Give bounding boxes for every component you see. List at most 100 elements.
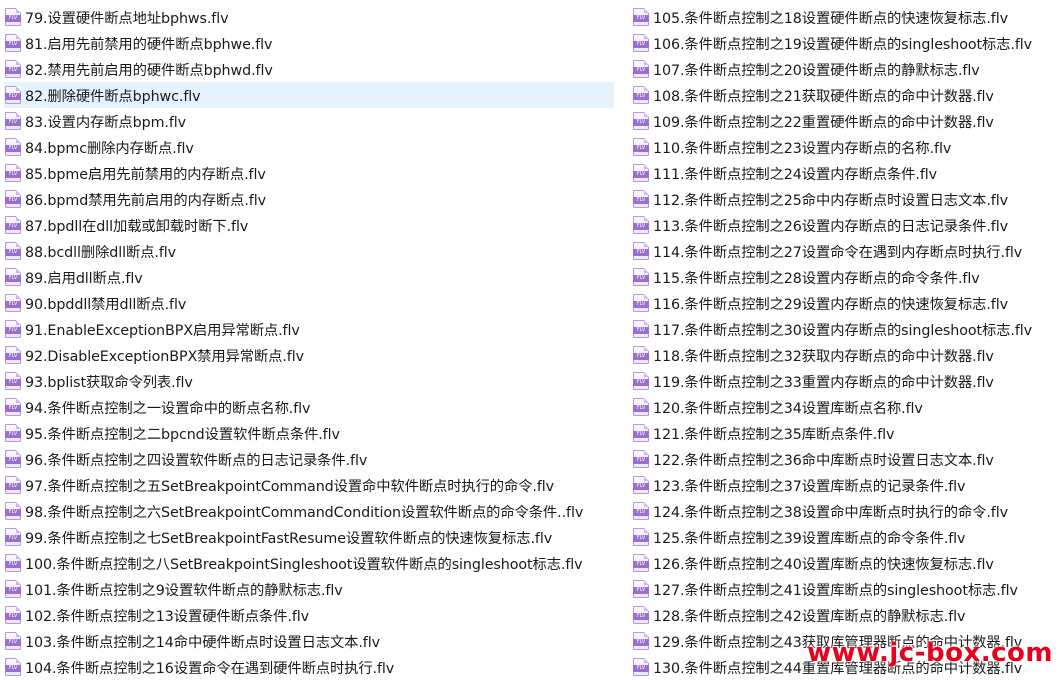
- file-list-item[interactable]: FLV 92.DisableExceptionBPX禁用异常断点.flv: [4, 342, 614, 368]
- file-name: 91.EnableExceptionBPX启用异常断点.flv: [25, 322, 300, 339]
- file-list-item[interactable]: FLV 125.条件断点控制之39设置库断点的命令条件.flv: [632, 524, 1056, 550]
- file-list-item[interactable]: FLV 119.条件断点控制之33重置内存断点的命中计数器.flv: [632, 368, 1056, 394]
- file-list-item[interactable]: FLV 118.条件断点控制之32获取内存断点的命中计数器.flv: [632, 342, 1056, 368]
- file-type-tag: FLV: [5, 15, 21, 22]
- file-list-item[interactable]: FLV 90.bpddll禁用dll断点.flv: [4, 290, 614, 316]
- file-type-tag: FLV: [5, 197, 21, 204]
- file-list-item[interactable]: FLV 94.条件断点控制之一设置命中的断点名称.flv: [4, 394, 614, 420]
- file-name: 110.条件断点控制之23设置内存断点的名称.flv: [653, 140, 952, 157]
- file-list-item[interactable]: FLV 121.条件断点控制之35库断点条件.flv: [632, 420, 1056, 446]
- file-list-item[interactable]: FLV 84.bpmc删除内存断点.flv: [4, 134, 614, 160]
- file-list-item[interactable]: FLV 95.条件断点控制之二bpcnd设置软件断点条件.flv: [4, 420, 614, 446]
- file-list-item[interactable]: FLV 127.条件断点控制之41设置库断点的singleshoot标志.flv: [632, 576, 1056, 602]
- file-list-item[interactable]: FLV 99.条件断点控制之七SetBreakpointFastResume设置软…: [4, 524, 614, 550]
- file-list-item[interactable]: FLV 88.bcdll删除dll断点.flv: [4, 238, 614, 264]
- file-type-tag: FLV: [5, 561, 21, 568]
- file-list-item[interactable]: FLV 93.bplist获取命令列表.flv: [4, 368, 614, 394]
- file-type-tag: FLV: [633, 665, 649, 672]
- file-type-tag: FLV: [5, 587, 21, 594]
- file-list-item[interactable]: FLV 97.条件断点控制之五SetBreakpointCommand设置命中软件…: [4, 472, 614, 498]
- file-list-item[interactable]: FLV 128.条件断点控制之42设置库断点的静默标志.flv: [632, 602, 1056, 628]
- file-list-item[interactable]: FLV 117.条件断点控制之30设置内存断点的singleshoot标志.flv: [632, 316, 1056, 342]
- file-list-item[interactable]: FLV 106.条件断点控制之19设置硬件断点的singleshoot标志.flv: [632, 30, 1056, 56]
- file-name: 97.条件断点控制之五SetBreakpointCommand设置命中软件断点时…: [25, 478, 555, 495]
- file-list-item[interactable]: FLV 123.条件断点控制之37设置库断点的记录条件.flv: [632, 472, 1056, 498]
- file-list-item[interactable]: FLV 122.条件断点控制之36命中库断点时设置日志文本.flv: [632, 446, 1056, 472]
- file-type-tag: FLV: [633, 93, 649, 100]
- file-type-tag: FLV: [5, 457, 21, 464]
- file-list-item[interactable]: FLV 105.条件断点控制之18设置硬件断点的快速恢复标志.flv: [632, 4, 1056, 30]
- file-type-tag: FLV: [633, 613, 649, 620]
- flv-file-icon: FLV: [633, 294, 649, 312]
- file-type-tag: FLV: [5, 483, 21, 490]
- flv-file-icon: FLV: [633, 606, 649, 624]
- file-list-item[interactable]: FLV 100.条件断点控制之八SetBreakpointSingleshoot设…: [4, 550, 614, 576]
- file-name: 127.条件断点控制之41设置库断点的singleshoot标志.flv: [653, 582, 1018, 599]
- file-name: 117.条件断点控制之30设置内存断点的singleshoot标志.flv: [653, 322, 1033, 339]
- file-list-item[interactable]: FLV 112.条件断点控制之25命中内存断点时设置日志文本.flv: [632, 186, 1056, 212]
- file-list-item[interactable]: FLV 87.bpdll在dll加载或卸载时断下.flv: [4, 212, 614, 238]
- file-name: 99.条件断点控制之七SetBreakpointFastResume设置软件断点…: [25, 530, 553, 547]
- file-name: 114.条件断点控制之27设置命令在遇到内存断点时执行.flv: [653, 244, 1023, 261]
- file-type-tag: FLV: [5, 405, 21, 412]
- file-list-item[interactable]: FLV 124.条件断点控制之38设置命中库断点时执行的命令.flv: [632, 498, 1056, 524]
- file-name: 125.条件断点控制之39设置库断点的命令条件.flv: [653, 530, 966, 547]
- file-list-left-column: FLV 79.设置硬件断点地址bphws.flv FLV 81.启用先前禁用的硬件断点…: [4, 4, 614, 680]
- file-list-item[interactable]: FLV 81.启用先前禁用的硬件断点bphwe.flv: [4, 30, 614, 56]
- file-list-item[interactable]: FLV 115.条件断点控制之28设置内存断点的命令条件.flv: [632, 264, 1056, 290]
- file-list-item[interactable]: FLV 113.条件断点控制之26设置内存断点的日志记录条件.flv: [632, 212, 1056, 238]
- file-name: 121.条件断点控制之35库断点条件.flv: [653, 426, 895, 443]
- file-list-item[interactable]: FLV 126.条件断点控制之40设置库断点的快速恢复标志.flv: [632, 550, 1056, 576]
- file-type-tag: FLV: [633, 509, 649, 516]
- file-name: 86.bpmd禁用先前启用的内存断点.flv: [25, 192, 266, 209]
- file-list-item[interactable]: FLV 116.条件断点控制之29设置内存断点的快速恢复标志.flv: [632, 290, 1056, 316]
- file-list-item[interactable]: FLV 108.条件断点控制之21获取硬件断点的命中计数器.flv: [632, 82, 1056, 108]
- flv-file-icon: FLV: [5, 580, 21, 598]
- file-list-item[interactable]: FLV 103.条件断点控制之14命中硬件断点时设置日志文本.flv: [4, 628, 614, 654]
- flv-file-icon: FLV: [633, 60, 649, 78]
- flv-file-icon: FLV: [633, 86, 649, 104]
- file-type-tag: FLV: [633, 275, 649, 282]
- flv-file-icon: FLV: [5, 164, 21, 182]
- file-list-item[interactable]: FLV 83.设置内存断点bpm.flv: [4, 108, 614, 134]
- file-name: 118.条件断点控制之32获取内存断点的命中计数器.flv: [653, 348, 994, 365]
- file-list-item[interactable]: FLV 111.条件断点控制之24设置内存断点条件.flv: [632, 160, 1056, 186]
- flv-file-icon: FLV: [5, 320, 21, 338]
- file-list-item[interactable]: FLV 101.条件断点控制之9设置软件断点的静默标志.flv: [4, 576, 614, 602]
- file-list-item[interactable]: FLV 96.条件断点控制之四设置软件断点的日志记录条件.flv: [4, 446, 614, 472]
- file-list-item[interactable]: FLV 98.条件断点控制之六SetBreakpointCommandCondit…: [4, 498, 614, 524]
- file-name: 94.条件断点控制之一设置命中的断点名称.flv: [25, 400, 311, 417]
- file-list-item[interactable]: FLV 86.bpmd禁用先前启用的内存断点.flv: [4, 186, 614, 212]
- site-watermark: www.jc-box.com: [807, 638, 1053, 668]
- flv-file-icon: FLV: [633, 632, 649, 650]
- file-list-item[interactable]: FLV 91.EnableExceptionBPX启用异常断点.flv: [4, 316, 614, 342]
- file-list-item[interactable]: FLV 110.条件断点控制之23设置内存断点的名称.flv: [632, 134, 1056, 160]
- file-type-tag: FLV: [633, 145, 649, 152]
- file-list-item[interactable]: FLV 120.条件断点控制之34设置库断点名称.flv: [632, 394, 1056, 420]
- file-name: 103.条件断点控制之14命中硬件断点时设置日志文本.flv: [25, 634, 380, 651]
- flv-file-icon: FLV: [5, 34, 21, 52]
- file-type-tag: FLV: [5, 665, 21, 672]
- file-list-item[interactable]: FLV 79.设置硬件断点地址bphws.flv: [4, 4, 614, 30]
- file-list-item[interactable]: FLV 104.条件断点控制之16设置命令在遇到硬件断点时执行.flv: [4, 654, 614, 680]
- file-name: 109.条件断点控制之22重置硬件断点的命中计数器.flv: [653, 114, 994, 131]
- flv-file-icon: FLV: [5, 502, 21, 520]
- file-list-item[interactable]: FLV 107.条件断点控制之20设置硬件断点的静默标志.flv: [632, 56, 1056, 82]
- flv-file-icon: FLV: [5, 632, 21, 650]
- file-list-item[interactable]: FLV 89.启用dll断点.flv: [4, 264, 614, 290]
- file-name: 81.启用先前禁用的硬件断点bphwe.flv: [25, 36, 273, 53]
- file-list-item[interactable]: FLV 82.禁用先前启用的硬件断点bphwd.flv: [4, 56, 614, 82]
- file-list-item[interactable]: FLV 114.条件断点控制之27设置命令在遇到内存断点时执行.flv: [632, 238, 1056, 264]
- file-list-item[interactable]: FLV 102.条件断点控制之13设置硬件断点条件.flv: [4, 602, 614, 628]
- file-name: 120.条件断点控制之34设置库断点名称.flv: [653, 400, 923, 417]
- file-list-item[interactable]: FLV 85.bpme启用先前禁用的内存断点.flv: [4, 160, 614, 186]
- flv-file-icon: FLV: [5, 528, 21, 546]
- file-list-item[interactable]: FLV 82.删除硬件断点bphwc.flv: [4, 82, 614, 108]
- file-type-tag: FLV: [5, 353, 21, 360]
- flv-file-icon: FLV: [633, 398, 649, 416]
- file-name: 85.bpme启用先前禁用的内存断点.flv: [25, 166, 266, 183]
- file-list-item[interactable]: FLV 109.条件断点控制之22重置硬件断点的命中计数器.flv: [632, 108, 1056, 134]
- file-type-tag: FLV: [633, 639, 649, 646]
- file-list-right-column: FLV 105.条件断点控制之18设置硬件断点的快速恢复标志.flv FLV 106.…: [632, 4, 1056, 680]
- file-type-tag: FLV: [633, 197, 649, 204]
